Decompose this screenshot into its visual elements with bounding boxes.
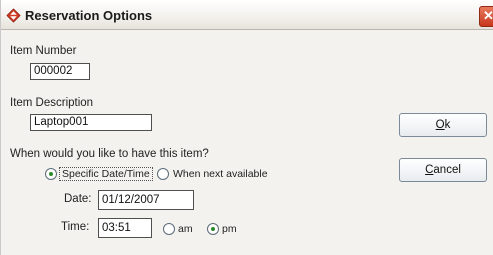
date-field[interactable]: 01/12/2007 [98, 190, 194, 210]
cancel-label-rest: ancel [433, 164, 461, 176]
date-label: Date: [64, 193, 92, 205]
am-radio[interactable] [163, 223, 175, 235]
when-next-available-label[interactable]: When next available [173, 168, 268, 180]
specific-date-time-label[interactable]: Specific Date/Time [59, 167, 153, 181]
diamond-arrows-icon [6, 8, 21, 23]
specific-date-time-radio[interactable] [45, 168, 57, 180]
ok-button[interactable]: Ok [399, 113, 487, 137]
close-icon: ✕ [483, 8, 493, 23]
item-number-field[interactable]: 000002 [30, 63, 90, 80]
reservation-options-dialog: Reservation Options ✕ Item Number 000002… [0, 0, 493, 255]
ok-mnemonic: O [435, 119, 445, 131]
time-label: Time: [61, 221, 90, 233]
when-question-label: When would you like to have this item? [10, 148, 209, 160]
item-number-label: Item Number [10, 45, 77, 57]
window-title: Reservation Options [25, 8, 153, 23]
item-description-label: Item Description [10, 97, 94, 109]
when-next-available-radio[interactable] [157, 168, 169, 180]
dialog-body: Item Number 000002 Item Description Lapt… [1, 30, 493, 255]
close-button[interactable]: ✕ [479, 6, 493, 27]
am-label[interactable]: am [178, 223, 193, 235]
time-field[interactable]: 03:51 [98, 218, 152, 238]
cancel-button[interactable]: Cancel [399, 158, 487, 182]
item-description-field[interactable]: Laptop001 [30, 114, 152, 131]
pm-radio[interactable] [207, 223, 219, 235]
specific-date-time-text: Specific Date/Time [59, 167, 153, 181]
pm-label[interactable]: pm [222, 223, 237, 235]
ok-label-rest: k [444, 119, 451, 131]
title-bar[interactable]: Reservation Options ✕ [1, 0, 493, 30]
